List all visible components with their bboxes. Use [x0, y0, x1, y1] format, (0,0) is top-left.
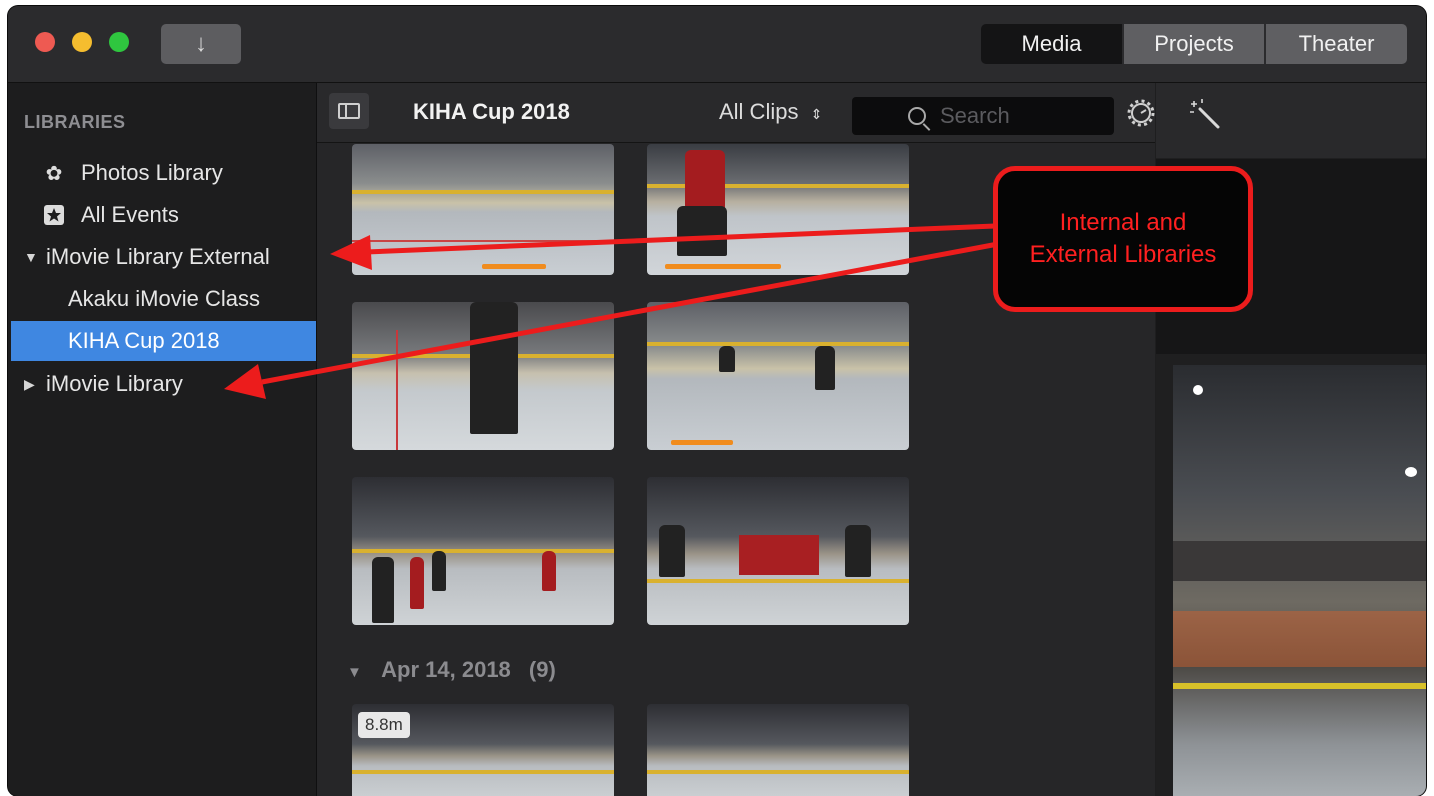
clip-thumbnail[interactable] — [352, 144, 614, 275]
player-figure — [845, 525, 871, 577]
annotation-callout: Internal and External Libraries — [993, 166, 1253, 312]
preview-board — [1173, 683, 1426, 689]
rink-board — [352, 549, 614, 553]
duration-badge: 8.8m — [358, 712, 410, 738]
sidebar-item-label: iMovie Library — [46, 371, 183, 396]
rink-line — [352, 240, 614, 242]
clips-filter-select[interactable]: All Clips ⇕ — [719, 99, 822, 125]
search-field[interactable] — [852, 97, 1114, 135]
favorite-marker — [671, 440, 733, 445]
sidebar-item-imovie-library-external[interactable]: ▼ iMovie Library External — [8, 237, 316, 277]
down-arrow-icon: ↓ — [195, 30, 207, 57]
favorite-marker — [482, 264, 546, 269]
player-figure — [677, 206, 727, 256]
updown-chevron-icon: ⇕ — [810, 106, 823, 122]
clip-thumbnail[interactable]: 8.8m — [352, 704, 614, 796]
sidebar-item-akaku-imovie-class[interactable]: Akaku iMovie Class — [8, 279, 316, 319]
sidebar-item-label: All Events — [81, 202, 179, 227]
preview-light — [1193, 385, 1203, 395]
event-title: KIHA Cup 2018 — [413, 99, 570, 124]
date-group-header[interactable]: ▼ Apr 14, 2018 (9) — [347, 657, 556, 683]
tab-projects-label: Projects — [1154, 31, 1234, 56]
annotation-text: Internal and External Libraries — [1013, 207, 1233, 271]
magic-wand-icon[interactable] — [1188, 97, 1222, 131]
sidebar-item-imovie-library[interactable]: ▶ iMovie Library — [8, 364, 316, 404]
sidebar-toggle-icon — [338, 103, 360, 119]
preview-light — [1405, 467, 1417, 477]
video-preview[interactable] — [1173, 365, 1426, 796]
rink-board — [352, 770, 614, 774]
tab-media[interactable]: Media — [981, 24, 1122, 64]
tab-projects[interactable]: Projects — [1124, 24, 1264, 64]
star-box-icon — [42, 204, 66, 226]
rink-board — [647, 342, 909, 346]
zoom-window-button[interactable] — [109, 32, 129, 52]
thumbnail-image — [352, 144, 614, 275]
sidebar-item-label: iMovie Library External — [46, 244, 270, 269]
title-bar: ↓ Media Projects Theater — [8, 6, 1426, 83]
clip-thumbnail[interactable] — [647, 477, 909, 625]
date-group-count: (9) — [528, 657, 556, 682]
player-figure — [815, 346, 835, 390]
thumbnail-image — [647, 704, 909, 796]
imovie-window: ↓ Media Projects Theater LIBRARIES ✿ Pho… — [8, 6, 1426, 796]
rink-board — [647, 579, 909, 583]
libraries-header: LIBRARIES — [24, 112, 126, 132]
player-figure — [719, 346, 735, 372]
player-figure — [372, 557, 394, 623]
rink-board — [352, 190, 614, 194]
browser-toolbar: KIHA Cup 2018 All Clips ⇕ — [317, 83, 1155, 143]
libraries-sidebar: LIBRARIES ✿ Photos Library All Events ▼ … — [8, 83, 317, 796]
toggle-sidebar-button[interactable] — [329, 93, 369, 129]
clip-thumbnail[interactable] — [352, 302, 614, 450]
sidebar-item-label: KIHA Cup 2018 — [68, 328, 220, 353]
favorite-marker — [665, 264, 781, 269]
disclosure-triangle-down-icon[interactable]: ▼ — [347, 664, 362, 681]
clips-filter-label: All Clips — [719, 99, 799, 124]
preview-balcony — [1173, 541, 1426, 581]
clip-thumbnail[interactable] — [647, 704, 909, 796]
annotation-line-2: External Libraries — [1029, 241, 1217, 268]
rink-board — [647, 770, 909, 774]
clip-thumbnail[interactable] — [647, 302, 909, 450]
tab-theater[interactable]: Theater — [1266, 24, 1407, 64]
preview-banner — [1173, 611, 1426, 667]
viewer-toolbar — [1156, 83, 1426, 158]
player-figure — [470, 302, 518, 434]
player-figure — [410, 557, 424, 609]
sidebar-item-label: Photos Library — [81, 160, 223, 185]
goal-post — [396, 330, 398, 450]
minimize-window-button[interactable] — [72, 32, 92, 52]
search-input[interactable] — [938, 102, 1102, 130]
player-figure — [659, 525, 685, 577]
player-figure — [432, 551, 446, 591]
photos-flower-icon: ✿ — [45, 162, 63, 185]
date-group-label: Apr 14, 2018 — [381, 657, 511, 682]
sidebar-item-label: Akaku iMovie Class — [68, 286, 260, 311]
player-figure — [685, 150, 725, 210]
clip-thumbnail[interactable] — [647, 144, 909, 275]
thumbnail-image — [647, 302, 909, 450]
player-figure — [542, 551, 556, 591]
sidebar-item-all-events[interactable]: All Events — [8, 195, 316, 235]
annotation-line-1: Internal and — [1059, 209, 1187, 236]
import-button[interactable]: ↓ — [161, 24, 241, 64]
gear-icon[interactable] — [1127, 99, 1155, 127]
tab-theater-label: Theater — [1298, 31, 1375, 56]
sidebar-item-photos-library[interactable]: ✿ Photos Library — [8, 153, 316, 193]
tab-media-label: Media — [1021, 31, 1082, 56]
close-window-button[interactable] — [35, 32, 55, 52]
search-icon — [908, 107, 926, 125]
disclosure-triangle-right-icon[interactable]: ▶ — [24, 376, 46, 393]
disclosure-triangle-down-icon[interactable]: ▼ — [24, 249, 46, 265]
clip-thumbnail[interactable] — [352, 477, 614, 625]
rink-banner — [739, 535, 819, 575]
sidebar-item-kiha-cup-2018[interactable]: KIHA Cup 2018 — [11, 321, 316, 361]
